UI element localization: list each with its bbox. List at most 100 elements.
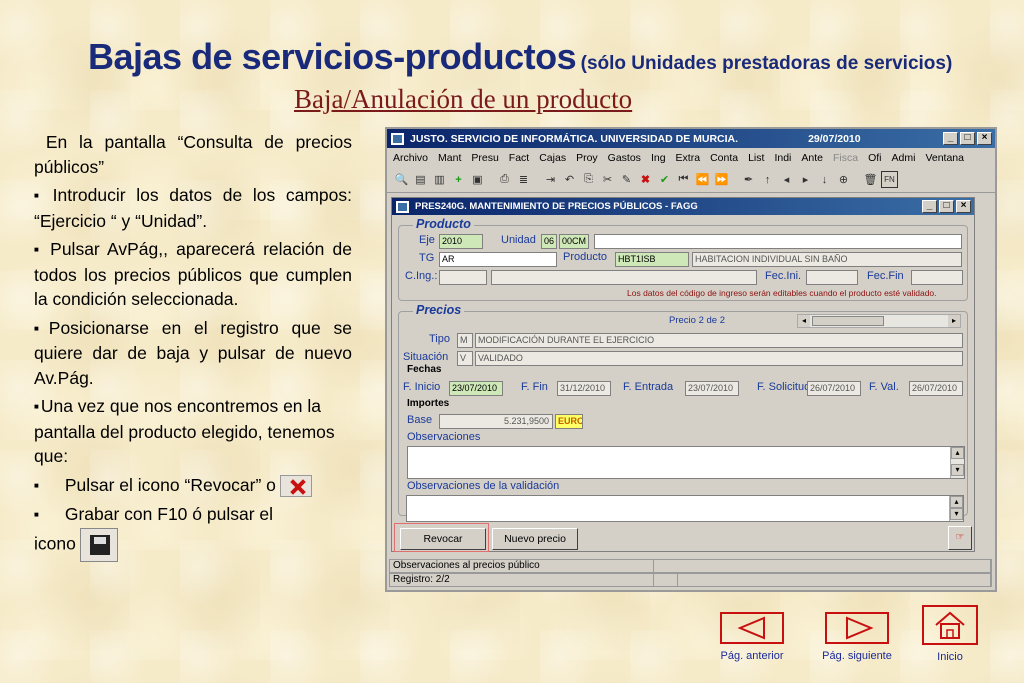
- situacion-code-field[interactable]: V: [457, 351, 473, 366]
- tipo-code-field[interactable]: M: [457, 333, 473, 348]
- menu-conta[interactable]: Conta: [710, 152, 738, 164]
- maximize-icon[interactable]: □: [960, 132, 975, 145]
- producto-desc-field[interactable]: HABITACION INDIVIDUAL SIN BAÑO: [692, 252, 962, 267]
- menu-ofi[interactable]: Ofi: [868, 152, 881, 164]
- menu-extra[interactable]: Extra: [676, 152, 701, 164]
- obs-validacion-scrollbar[interactable]: ▴ ▾: [949, 496, 963, 521]
- eje-field[interactable]: 2010: [439, 234, 483, 249]
- observaciones-scrollbar[interactable]: ▴ ▾: [950, 447, 964, 478]
- nav-prev[interactable]: Pág. anterior: [712, 612, 792, 662]
- fecfin-label: Fec.Fin: [867, 270, 904, 282]
- unidad-desc-field[interactable]: [594, 234, 962, 249]
- producto-code-field[interactable]: HBT1ISB: [615, 252, 689, 267]
- tipo-desc-field[interactable]: MODIFICACIÓN DURANTE EL EJERCICIO: [475, 333, 963, 348]
- arrow-down-icon[interactable]: ↓: [816, 171, 833, 188]
- precios-group: Precios Precio 2 de 2 ◂ ▸ Tipo M MODIFIC…: [398, 303, 968, 516]
- form-minimize-icon[interactable]: _: [922, 200, 937, 213]
- nav-next[interactable]: Pág. siguiente: [816, 612, 898, 662]
- ffin-label: F. Fin: [521, 381, 548, 393]
- menu-fact[interactable]: Fact: [509, 152, 529, 164]
- unidad-field-2[interactable]: 00CM: [559, 234, 589, 249]
- unidad-field-1[interactable]: 06: [541, 234, 557, 249]
- menu-archivo[interactable]: Archivo: [393, 152, 428, 164]
- fecini-field[interactable]: [806, 270, 858, 285]
- zoom-icon[interactable]: ⊕: [835, 171, 852, 188]
- menu-proy[interactable]: Proy: [576, 152, 598, 164]
- scroll-left-icon[interactable]: ◂: [798, 315, 810, 327]
- fval-field[interactable]: 26/07/2010: [909, 381, 963, 396]
- exit-icon[interactable]: ⇥: [542, 171, 559, 188]
- copy-record-icon[interactable]: ▤: [412, 171, 429, 188]
- save-toolbar-icon[interactable]: ▣: [469, 171, 486, 188]
- nav-home[interactable]: Inicio: [920, 605, 980, 663]
- validate-icon[interactable]: ✔: [656, 171, 673, 188]
- nav-home-box[interactable]: [922, 605, 978, 645]
- fn-icon[interactable]: FN: [881, 171, 898, 188]
- fecfin-field[interactable]: [911, 270, 963, 285]
- menu-cajas[interactable]: Cajas: [539, 152, 566, 164]
- menu-mant[interactable]: Mant: [438, 152, 461, 164]
- insert-icon[interactable]: +: [450, 171, 467, 188]
- menu-fisca[interactable]: Fisca: [833, 152, 858, 164]
- arrow-left-icon[interactable]: ◂: [778, 171, 795, 188]
- scroll-thumb[interactable]: [812, 316, 884, 326]
- finicio-field[interactable]: 23/07/2010: [449, 381, 503, 396]
- nav-next-block-icon[interactable]: ⏩: [713, 171, 730, 188]
- nav-next-box[interactable]: [825, 612, 889, 644]
- menu-admi[interactable]: Admi: [892, 152, 916, 164]
- observaciones-textarea[interactable]: ▴ ▾: [407, 446, 965, 479]
- minimize-icon[interactable]: _: [943, 132, 958, 145]
- form-close-icon[interactable]: ×: [956, 200, 971, 213]
- edit-icon[interactable]: ✎: [618, 171, 635, 188]
- fsolicitud-field[interactable]: 26/07/2010: [807, 381, 861, 396]
- fentrada-field[interactable]: 23/07/2010: [685, 381, 739, 396]
- cut-icon[interactable]: ✂: [599, 171, 616, 188]
- revocar-button[interactable]: Revocar: [400, 528, 486, 550]
- nav-first-icon[interactable]: ⏮: [675, 171, 692, 188]
- menu-ing[interactable]: Ing: [651, 152, 666, 164]
- nuevo-precio-button[interactable]: Nuevo precio: [492, 528, 578, 550]
- obs-scroll-up-icon[interactable]: ▴: [951, 447, 964, 459]
- situacion-desc-field[interactable]: VALIDADO: [475, 351, 963, 366]
- cing-label: C.Ing.:: [405, 270, 438, 282]
- ffin-field[interactable]: 31/12/2010: [557, 381, 611, 396]
- instructions: En la pantalla “Consulta de precios públ…: [34, 130, 352, 566]
- undo-icon[interactable]: ↶: [561, 171, 578, 188]
- form-window: PRES240G. MANTENIMIENTO DE PRECIOS PÚBLI…: [391, 197, 975, 552]
- nav-next-label[interactable]: Pág. siguiente: [816, 650, 898, 662]
- print-icon[interactable]: ⎙: [496, 171, 513, 188]
- nav-home-label[interactable]: Inicio: [920, 651, 980, 663]
- obsval-scroll-down-icon[interactable]: ▾: [950, 508, 963, 520]
- menu-gastos[interactable]: Gastos: [608, 152, 641, 164]
- nav-prev-label[interactable]: Pág. anterior: [712, 650, 792, 662]
- trash-icon[interactable]: 🗑: [862, 171, 879, 188]
- menu-list[interactable]: List: [748, 152, 764, 164]
- tg-field[interactable]: AR: [439, 252, 557, 267]
- menu-ante[interactable]: Ante: [801, 152, 823, 164]
- base-field[interactable]: 5.231,9500: [439, 414, 553, 429]
- menu-indi[interactable]: Indi: [774, 152, 791, 164]
- cing-code-field[interactable]: [439, 270, 487, 285]
- menu-presu[interactable]: Presu: [471, 152, 498, 164]
- nav-prev-block-icon[interactable]: ⏪: [694, 171, 711, 188]
- fsolicitud-label: F. Solicitud: [757, 381, 811, 393]
- obsval-scroll-up-icon[interactable]: ▴: [950, 496, 963, 508]
- query-icon[interactable]: 🔍: [393, 171, 410, 188]
- obs-scroll-down-icon[interactable]: ▾: [951, 464, 964, 476]
- pin-icon[interactable]: ✒: [740, 171, 757, 188]
- precio-scrollbar[interactable]: ◂ ▸: [797, 314, 961, 328]
- exit-form-button[interactable]: ☞: [948, 526, 972, 550]
- scroll-right-icon[interactable]: ▸: [948, 315, 960, 327]
- duplicate-icon[interactable]: ▥: [431, 171, 448, 188]
- cing-desc-field[interactable]: [491, 270, 757, 285]
- list-icon[interactable]: ≣: [515, 171, 532, 188]
- nav-prev-box[interactable]: [720, 612, 784, 644]
- arrow-right-icon[interactable]: ▸: [797, 171, 814, 188]
- revocar-toolbar-icon[interactable]: ✖: [637, 171, 654, 188]
- form-maximize-icon[interactable]: □: [939, 200, 954, 213]
- menu-ventana[interactable]: Ventana: [925, 152, 964, 164]
- paste-icon[interactable]: ⎘: [580, 171, 597, 188]
- close-icon[interactable]: ×: [977, 132, 992, 145]
- obs-validacion-textarea[interactable]: ▴ ▾: [406, 495, 964, 522]
- arrow-up-icon[interactable]: ↑: [759, 171, 776, 188]
